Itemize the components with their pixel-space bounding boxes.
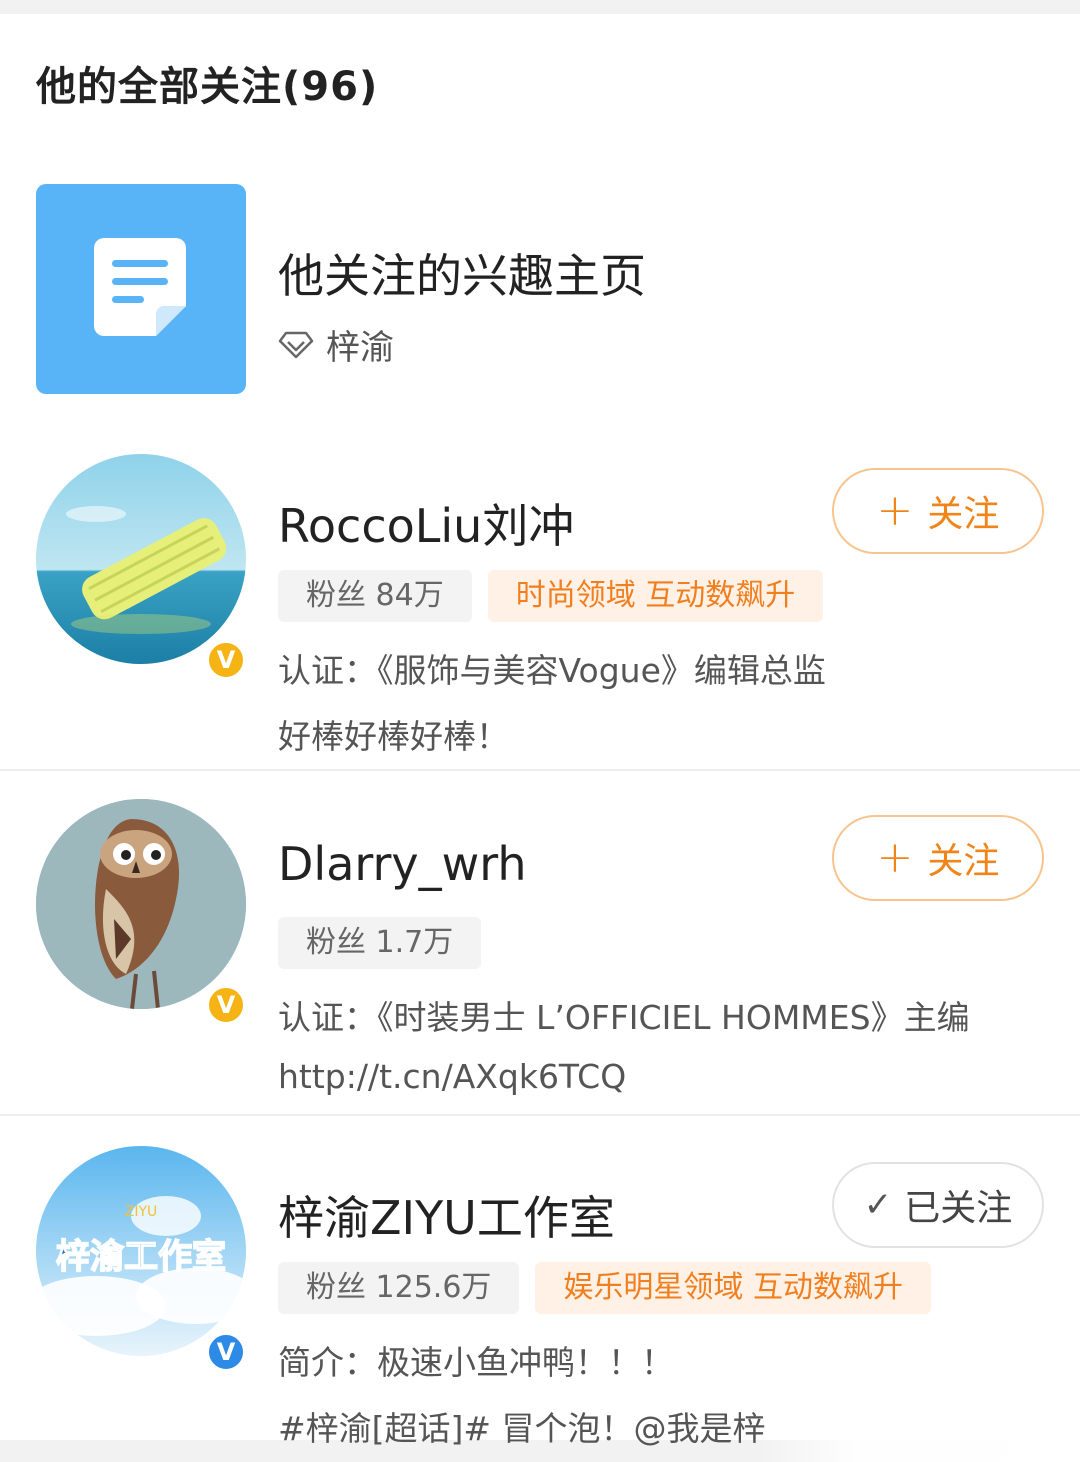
user-card-3[interactable]: ZIYU 梓渝工作室 V 梓渝ZIYU工作室 ✓ 已关注 粉丝 125.6万 娱… <box>0 1114 1080 1462</box>
plus-icon: + <box>876 832 914 883</box>
following-page: 他的全部关注(96) 他关注的兴趣主页 梓渝 V RoccoLiu刘冲 + 关注… <box>0 14 1080 1462</box>
avatar-image <box>36 454 246 664</box>
interest-subtitle-text: 梓渝 <box>326 328 394 368</box>
user-tags: 粉丝 84万 时尚领域 互动数飙升 <box>278 570 839 622</box>
avatar-text: 梓渝工作室 <box>56 1237 226 1277</box>
fans-count[interactable]: 粉丝 1.7万 <box>278 917 482 969</box>
avatar-ziyu-studio[interactable]: ZIYU 梓渝工作室 <box>36 1146 246 1356</box>
interest-pages-entry[interactable]: 他关注的兴趣主页 梓渝 <box>0 182 1080 412</box>
verified-badge: V <box>206 985 246 1025</box>
document-icon <box>94 238 186 336</box>
user-tags: 粉丝 125.6万 娱乐明星领域 互动数飙升 <box>278 1262 947 1314</box>
user-name[interactable]: Dlarry_wrh <box>278 837 527 891</box>
following-button[interactable]: ✓ 已关注 <box>832 1162 1044 1248</box>
avatar-sub-text: ZIYU <box>125 1204 158 1220</box>
trending-tag: 娱乐明星领域 互动数飙升 <box>535 1262 931 1314</box>
user-card-2[interactable]: V Dlarry_wrh + 关注 粉丝 1.7万 认证：《时装男士 L’OFF… <box>0 769 1080 1116</box>
follow-button-label: 关注 <box>927 494 1000 535</box>
follow-button-label: 关注 <box>927 841 1000 882</box>
diamond-icon <box>278 331 314 358</box>
avatar-image <box>36 799 246 1009</box>
verified-badge: V <box>206 640 246 680</box>
intro-text: 简介：极速小鱼冲鸭！！！ <box>278 1343 674 1382</box>
checkmark-icon: ✓ <box>863 1185 893 1225</box>
follow-button[interactable]: + 关注 <box>832 468 1044 554</box>
user-name[interactable]: RoccoLiu刘冲 <box>278 490 574 556</box>
interest-subtitle: 梓渝 <box>278 320 394 369</box>
verification-text: 认证：《时装男士 L’OFFICIEL HOMMES》主编 <box>278 998 970 1037</box>
interest-tile <box>36 184 246 394</box>
interest-title: 他关注的兴趣主页 <box>278 249 646 303</box>
trending-tag: 时尚领域 互动数飙升 <box>487 570 824 622</box>
verified-badge: V <box>206 1332 246 1372</box>
user-card-1[interactable]: V RoccoLiu刘冲 + 关注 粉丝 84万 时尚领域 互动数飙升 认证：《… <box>0 444 1080 769</box>
fans-count[interactable]: 粉丝 84万 <box>278 570 472 622</box>
text-fade-overlay <box>760 1392 1080 1462</box>
user-tags: 粉丝 1.7万 <box>278 917 497 969</box>
verification-text: 认证：《服饰与美容Vogue》编辑总监 <box>278 651 826 690</box>
bio-text: 好棒好棒好棒！ <box>278 717 509 756</box>
link-text[interactable]: http://t.cn/AXqk6TCQ <box>278 1057 626 1096</box>
plus-icon: + <box>876 485 914 536</box>
user-name[interactable]: 梓渝ZIYU工作室 <box>278 1182 615 1248</box>
bio-text: #梓渝[超话]# 冒个泡！@我是梓 <box>278 1409 766 1448</box>
avatar-dlarry[interactable] <box>36 799 246 1009</box>
page-title: 他的全部关注(96) <box>36 64 379 110</box>
avatar-image: ZIYU 梓渝工作室 <box>36 1146 246 1356</box>
following-button-label: 已关注 <box>904 1188 1013 1229</box>
avatar-roccoliu[interactable] <box>36 454 246 664</box>
follow-button[interactable]: + 关注 <box>832 815 1044 901</box>
fans-count[interactable]: 粉丝 125.6万 <box>278 1262 520 1314</box>
